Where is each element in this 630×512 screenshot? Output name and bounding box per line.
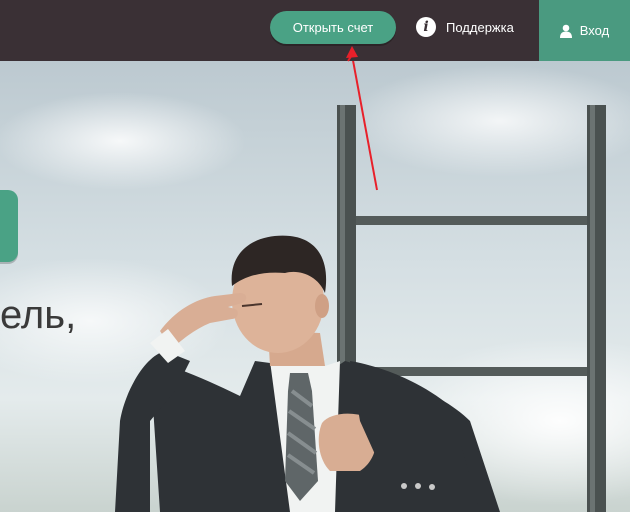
hero-illustration: [115, 61, 606, 512]
annotation-arrowhead: [346, 46, 358, 62]
hero-banner: ель,: [0, 61, 630, 512]
